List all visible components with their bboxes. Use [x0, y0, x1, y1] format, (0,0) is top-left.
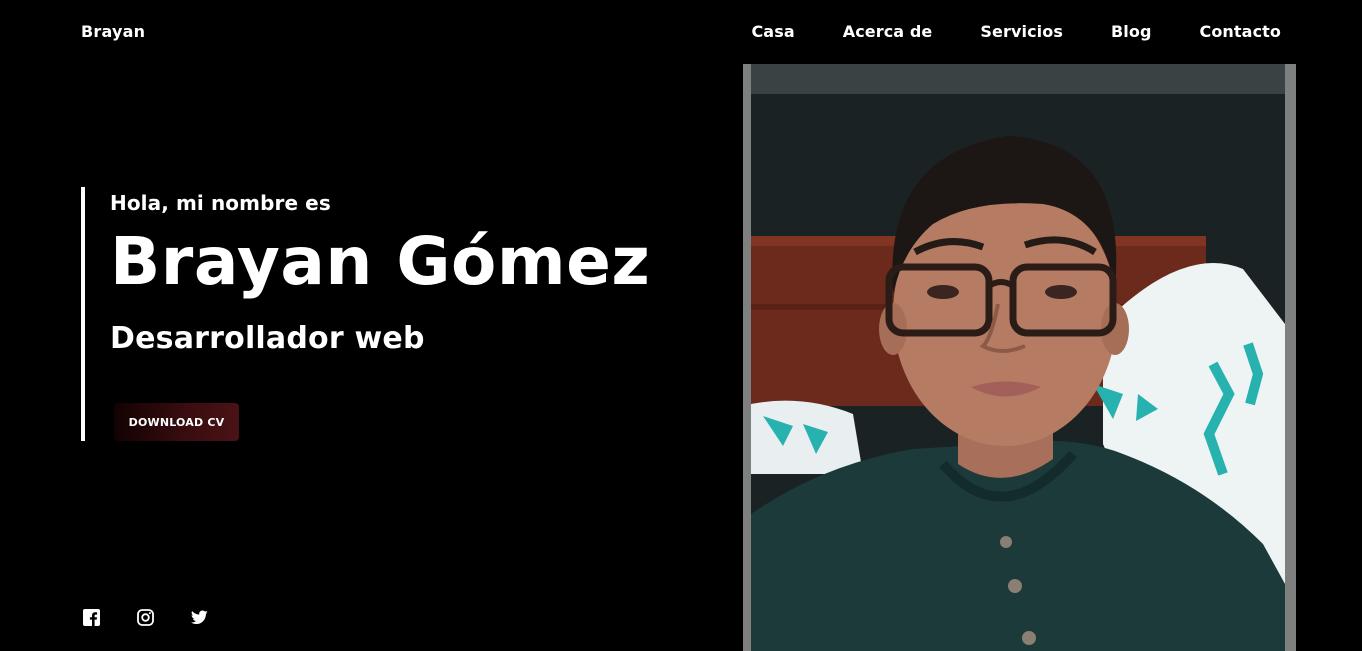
main-nav: Casa Acerca de Servicios Blog Contacto: [751, 22, 1281, 41]
hero-name: Brayan Gómez: [110, 223, 651, 300]
nav-item-acerca-de[interactable]: Acerca de: [843, 22, 933, 41]
twitter-icon: [191, 610, 208, 625]
hero-role: Desarrollador web: [110, 321, 425, 356]
profile-photo-image: [743, 64, 1296, 651]
social-links: [83, 609, 208, 626]
hero-greeting: Hola, mi nombre es: [110, 191, 331, 215]
twitter-link[interactable]: [191, 609, 208, 626]
nav-item-servicios[interactable]: Servicios: [980, 22, 1063, 41]
instagram-icon: [137, 609, 154, 626]
nav-item-blog[interactable]: Blog: [1111, 22, 1152, 41]
hero-section: Hola, mi nombre es Brayan Gómez Desarrol…: [81, 187, 650, 441]
download-cv-button[interactable]: DOWNLOAD CV: [114, 403, 239, 441]
facebook-icon: [83, 609, 100, 626]
profile-photo: [743, 64, 1296, 651]
nav-item-contacto[interactable]: Contacto: [1200, 22, 1282, 41]
facebook-link[interactable]: [83, 609, 100, 626]
brand-logo[interactable]: Brayan: [81, 22, 145, 41]
nav-item-casa[interactable]: Casa: [751, 22, 794, 41]
portfolio-page: Brayan Casa Acerca de Servicios Blog Con…: [0, 0, 1362, 651]
instagram-link[interactable]: [137, 609, 154, 626]
